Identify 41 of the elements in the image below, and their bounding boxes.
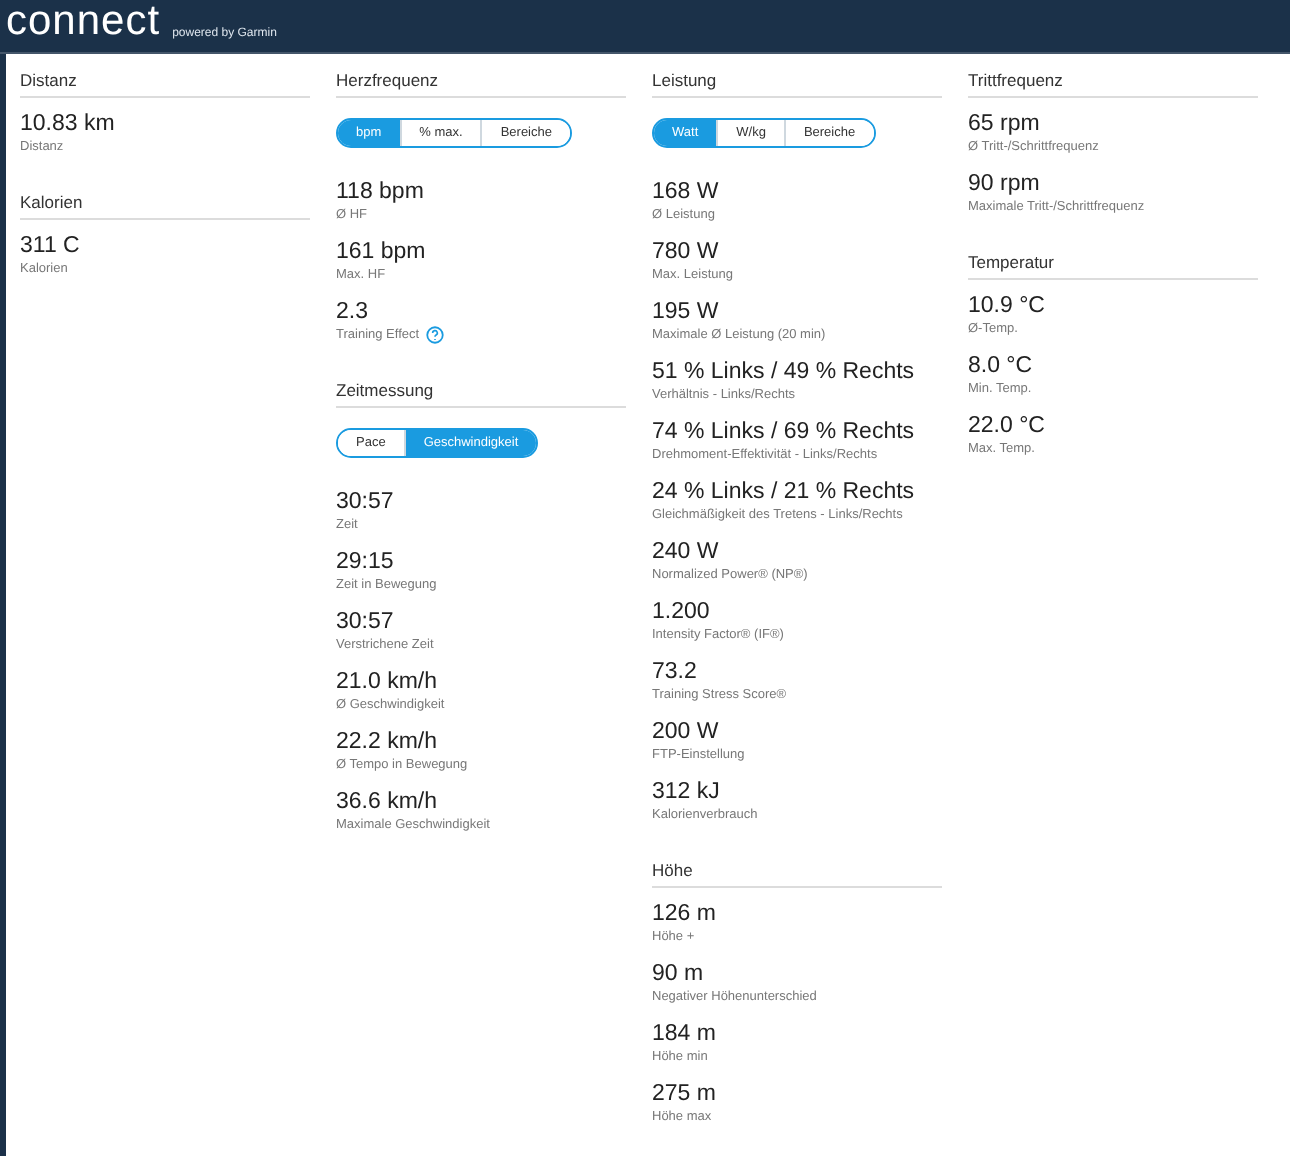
section-title: Trittfrequenz xyxy=(968,70,1258,98)
stat-value: 184 m xyxy=(652,1020,718,1048)
stat-value: 168 W xyxy=(652,178,721,206)
stat-value: 73.2 xyxy=(652,658,699,686)
stat-value: 29:15 xyxy=(336,548,396,576)
stat-value: 311 C xyxy=(20,232,82,260)
stat-value: 126 m xyxy=(652,900,718,928)
section-title: Kalorien xyxy=(20,192,310,220)
stat-value: 10.83 km xyxy=(20,110,117,138)
section-title: Distanz xyxy=(20,70,310,98)
stat-value: 1.200 xyxy=(652,598,712,626)
stat-value: 90 m xyxy=(652,960,706,988)
section-title: Zeitmessung xyxy=(336,380,626,408)
stat-value: 195 W xyxy=(652,298,721,326)
stat-value: 161 bpm xyxy=(336,238,428,266)
stat-value: 30:57 xyxy=(336,488,396,516)
section-title: Temperatur xyxy=(968,252,1258,280)
stat-value: 65 rpm xyxy=(968,110,1042,138)
logo-text[interactable]: connect xyxy=(6,0,161,42)
stat-value: 36.6 km/h xyxy=(336,788,439,816)
stat-value: 780 W xyxy=(652,238,721,266)
stat-value: 2.3 xyxy=(336,298,370,326)
section-title: Leistung xyxy=(652,70,942,98)
stat-value: 74 % Links / 69 % Rechts xyxy=(652,418,917,446)
stat-value: 275 m xyxy=(652,1080,718,1108)
stat-value: 22.0 °C xyxy=(968,412,1047,440)
section-title: Höhe xyxy=(652,860,942,888)
stat-value: 10.9 °C xyxy=(968,292,1047,320)
stat-value: 312 kJ xyxy=(652,778,722,806)
stat-value: 22.2 km/h xyxy=(336,728,439,756)
stat-value: 8.0 °C xyxy=(968,352,1035,380)
stat-value: 21.0 km/h xyxy=(336,668,439,696)
stat-value: 200 W xyxy=(652,718,721,746)
help-icon[interactable] xyxy=(425,326,444,344)
stat-value: 30:57 xyxy=(336,608,396,636)
stat-value: 90 rpm xyxy=(968,170,1042,198)
stat-value: 240 W xyxy=(652,538,721,566)
stat-value: 24 % Links / 21 % Rechts xyxy=(652,478,917,506)
stat-value: 118 bpm xyxy=(336,178,426,206)
section-title: Herzfrequenz xyxy=(336,70,626,98)
stat-value: 51 % Links / 49 % Rechts xyxy=(652,358,917,386)
